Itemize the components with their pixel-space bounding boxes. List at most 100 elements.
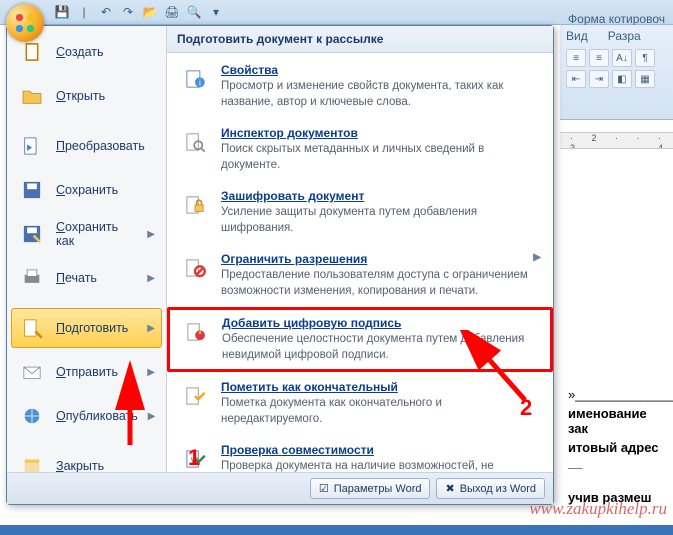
annotation-label-1: 1 — [188, 445, 200, 471]
sub-item-desc: Проверка документа на наличие возможност… — [221, 459, 541, 472]
menu-item-send[interactable]: Отправить ▶ — [7, 350, 166, 394]
align-left-icon[interactable]: ≡ — [566, 49, 586, 67]
sort-icon[interactable]: A↓ — [612, 49, 632, 67]
menu-item-label: Печать — [56, 271, 137, 285]
document-area: »________________20 именование зак итовы… — [560, 149, 673, 535]
sub-item-restrict[interactable]: Ограничить разрешения ▶ Предоставление п… — [167, 244, 553, 307]
menu-item-label: Отправить — [56, 365, 137, 379]
prepare-icon — [18, 314, 46, 342]
office-button[interactable] — [6, 4, 44, 42]
menu-item-publish[interactable]: Опубликовать ▶ — [7, 394, 166, 438]
send-icon — [18, 358, 46, 386]
paragraph-icon[interactable]: ¶ — [635, 49, 655, 67]
convert-icon — [18, 132, 46, 160]
sub-item-title: Проверка совместимости — [221, 443, 541, 457]
close-icon — [18, 452, 46, 472]
signature-icon — [180, 316, 212, 348]
menu-item-label: Сохранить как — [56, 220, 137, 248]
sub-item-desc: Поиск скрытых метаданных и личных сведен… — [221, 142, 541, 173]
encrypt-icon — [179, 189, 211, 221]
open-folder-icon — [18, 82, 46, 110]
menu-item-label: Создать — [56, 45, 155, 59]
print-icon — [18, 264, 46, 292]
sub-item-inspect[interactable]: Инспектор документов Поиск скрытых метад… — [167, 118, 553, 181]
sub-item-desc: Просмотр и изменение свойств документа, … — [221, 79, 541, 110]
exit-icon: ✖ — [445, 482, 454, 495]
shading-icon[interactable]: ◧ — [612, 70, 632, 88]
restrict-icon — [179, 252, 211, 284]
chevron-right-icon: ▶ — [148, 411, 156, 422]
menu-item-prepare[interactable]: Подготовить ▶ — [11, 308, 162, 348]
redo-icon[interactable]: ↷ — [120, 4, 136, 20]
indent-right-icon[interactable]: ⇥ — [589, 70, 609, 88]
save-as-icon — [18, 220, 46, 248]
indent-left-icon[interactable]: ⇤ — [566, 70, 586, 88]
menu-item-label: Закрыть — [56, 459, 155, 472]
chevron-right-icon: ▶ — [147, 323, 155, 334]
sub-item-title: Пометить как окончательный — [221, 380, 541, 394]
open-icon[interactable]: 📂 — [142, 4, 158, 20]
window-title: Форма котировоч — [568, 12, 665, 26]
chevron-right-icon: ▶ — [147, 273, 155, 284]
menu-item-save-as[interactable]: Сохранить как ▶ — [7, 212, 166, 256]
ruler: · 2 · · · 3 · · · 4 — [560, 132, 673, 149]
qat-icons: 💾 | ↶ ↷ 📂 🖨 🔍 ▾ — [54, 4, 224, 20]
sub-item-title: Зашифровать документ — [221, 189, 541, 203]
sub-item-title: Ограничить разрешения ▶ — [221, 252, 541, 266]
sub-item-properties[interactable]: i Свойства Просмотр и изменение свойств … — [167, 55, 553, 118]
exit-word-button[interactable]: ✖Выход из Word — [436, 478, 545, 499]
svg-text:i: i — [199, 79, 201, 88]
tab-developer[interactable]: Разра — [608, 29, 641, 43]
sub-item-title: Свойства — [221, 63, 541, 77]
sub-item-desc: Усиление защиты документа путем добавлен… — [221, 205, 541, 236]
taskbar — [0, 525, 673, 535]
sub-item-signature[interactable]: Добавить цифровую подпись Обеспечение це… — [167, 307, 553, 372]
menu-item-label: Сохранить — [56, 183, 155, 197]
chevron-right-icon: ▶ — [147, 229, 155, 240]
doc-line-2: именование зак — [568, 406, 665, 436]
office-menu-right: Подготовить документ к рассылке i Свойст… — [167, 26, 553, 472]
ribbon-fragment: Вид Разра ≡ ≡ A↓ ¶ ⇤ ⇥ ◧ ▦ — [560, 25, 673, 120]
menu-item-label: Опубликовать — [56, 409, 138, 423]
border-icon[interactable]: ▦ — [635, 70, 655, 88]
quick-access-toolbar: 💾 | ↶ ↷ 📂 🖨 🔍 ▾ Форма котировоч — [0, 0, 673, 25]
properties-icon: i — [179, 63, 211, 95]
annotation-label-2: 2 — [520, 395, 532, 421]
doc-line-4: учив размеш — [568, 490, 665, 505]
menu-item-open-folder[interactable]: Открыть — [7, 74, 166, 118]
chevron-right-icon: ▶ — [533, 252, 541, 263]
tab-view[interactable]: Вид — [566, 29, 588, 43]
menu-item-convert[interactable]: Преобразовать — [7, 124, 166, 168]
new-doc-icon — [18, 38, 46, 66]
undo-icon[interactable]: ↶ — [98, 4, 114, 20]
align-center-icon[interactable]: ≡ — [589, 49, 609, 67]
menu-item-print[interactable]: Печать ▶ — [7, 256, 166, 300]
office-menu: Создать Открыть Преобразовать Сохранить … — [6, 25, 554, 505]
menu-item-close[interactable]: Закрыть — [7, 444, 166, 472]
office-menu-left: Создать Открыть Преобразовать Сохранить … — [7, 26, 167, 472]
office-menu-footer: ☑Параметры Word ✖Выход из Word — [7, 472, 553, 504]
sub-item-compat[interactable]: W Проверка совместимости Проверка докуме… — [167, 435, 553, 472]
menu-item-label: Подготовить — [56, 321, 137, 335]
publish-icon — [18, 402, 46, 430]
save-icon[interactable]: 💾 — [54, 4, 70, 20]
separator-icon: | — [76, 4, 92, 20]
word-options-button[interactable]: ☑Параметры Word — [310, 478, 431, 499]
doc-line-3: итовый адрес __ — [568, 440, 665, 470]
sub-item-encrypt[interactable]: Зашифровать документ Усиление защиты док… — [167, 181, 553, 244]
sub-item-desc: Обеспечение целостности документа путем … — [222, 332, 540, 363]
sub-item-desc: Пометка документа как окончательного и н… — [221, 396, 541, 427]
options-icon: ☑ — [319, 482, 329, 495]
submenu-title: Подготовить документ к рассылке — [167, 26, 553, 53]
qat-more-icon[interactable]: ▾ — [208, 4, 224, 20]
chevron-right-icon: ▶ — [147, 367, 155, 378]
sub-item-final[interactable]: Пометить как окончательный Пометка докум… — [167, 372, 553, 435]
submenu-list: i Свойства Просмотр и изменение свойств … — [167, 53, 553, 472]
final-icon — [179, 380, 211, 412]
sub-item-title: Добавить цифровую подпись — [222, 316, 540, 330]
inspect-icon — [179, 126, 211, 158]
menu-item-save[interactable]: Сохранить — [7, 168, 166, 212]
save-icon — [18, 176, 46, 204]
print-icon[interactable]: 🖨 — [164, 4, 180, 20]
preview-icon[interactable]: 🔍 — [186, 4, 202, 20]
